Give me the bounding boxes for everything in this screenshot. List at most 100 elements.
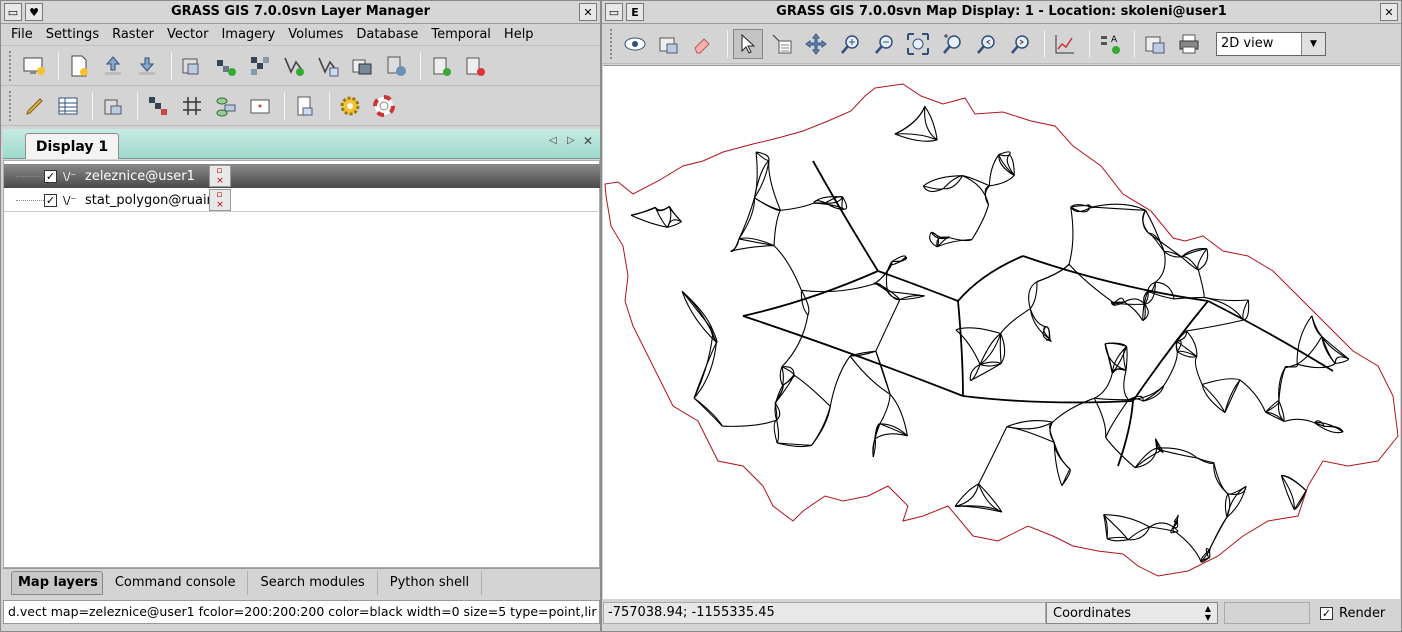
save-display-button[interactable]: [1140, 29, 1170, 59]
view-mode-value: 2D view: [1221, 36, 1274, 51]
rail-line: [681, 290, 717, 343]
printer-icon: [1179, 34, 1199, 53]
rail-line: [875, 299, 901, 352]
new-display-icon: [23, 57, 45, 75]
render-toggle[interactable]: ✓ Render: [1320, 606, 1385, 621]
zoom-menu-button[interactable]: [1005, 29, 1035, 59]
add-raster-map-button[interactable]: [245, 51, 275, 81]
layer-manager-titlebar: ▭ ♥ GRASS GIS 7.0.0svn Layer Manager ✕: [1, 1, 600, 24]
add-raster-misc-button[interactable]: [211, 51, 241, 81]
module-icon: [104, 99, 122, 114]
workspace-module-button[interactable]: [98, 91, 128, 121]
map-statusbar: -757038.94; -1155335.45 Coordinates ▲ ▼ ✓…: [603, 601, 1400, 625]
zoom-out-button[interactable]: [869, 29, 899, 59]
tab-command-console[interactable]: Command console: [103, 570, 249, 595]
menu-file[interactable]: File: [11, 27, 33, 42]
menu-database[interactable]: Database: [356, 27, 418, 42]
layer-visibility-checkbox[interactable]: ✓: [44, 193, 57, 207]
add-group-button[interactable]: [381, 51, 411, 81]
menu-temporal[interactable]: Temporal: [431, 27, 491, 42]
lifebuoy-icon: [373, 94, 395, 117]
vector-digitizer-button[interactable]: [19, 91, 49, 121]
rail-line: [742, 270, 879, 317]
new-display-button[interactable]: [19, 51, 49, 81]
pointer-button[interactable]: [733, 28, 763, 59]
layer-properties-icon[interactable]: ▫ ×: [209, 189, 231, 211]
add-layer-button[interactable]: [426, 51, 456, 81]
rail-line: [955, 329, 981, 365]
rail-line: [954, 505, 1003, 513]
tab-left-icon[interactable]: ◁: [549, 135, 557, 146]
zoom-back-button[interactable]: [937, 29, 967, 59]
rail-line: [1104, 342, 1127, 347]
map-display-title: GRASS GIS 7.0.0svn Map Display: 1 - Loca…: [776, 4, 1227, 19]
tab-right-icon[interactable]: ▷: [567, 135, 575, 146]
erase-button[interactable]: [688, 29, 718, 59]
add-vector-misc-button[interactable]: [313, 51, 343, 81]
vector-misc-icon: [318, 57, 339, 76]
remove-layer-button[interactable]: [460, 51, 490, 81]
zoom-prev-button[interactable]: [971, 29, 1001, 59]
attribute-table-button[interactable]: [53, 91, 83, 121]
overlay-icon: [352, 59, 372, 74]
render-map-button[interactable]: [654, 29, 684, 59]
help-button[interactable]: [369, 91, 399, 121]
layer-row[interactable]: ✓ \/⁻ zeleznice@user1 ▫ ×: [4, 164, 600, 188]
analyze-button[interactable]: [1050, 29, 1080, 59]
zoom-extent-button[interactable]: [903, 29, 933, 59]
rail-line: [1242, 299, 1249, 321]
menu-vector[interactable]: Vector: [167, 27, 208, 42]
pan-button[interactable]: [801, 29, 831, 59]
add-overlay-button[interactable]: [347, 51, 377, 81]
layer-visibility-checkbox[interactable]: ✓: [44, 169, 57, 183]
open-workspace-button[interactable]: [98, 51, 128, 81]
display-map-button[interactable]: [620, 29, 650, 59]
rail-line: [894, 106, 926, 135]
close-icon[interactable]: ✕: [1380, 3, 1398, 21]
tab-map-layers[interactable]: Map layers: [11, 570, 103, 595]
render-checkbox[interactable]: ✓: [1320, 606, 1333, 620]
rail-line: [776, 419, 780, 444]
georectify-button[interactable]: [143, 91, 173, 121]
toolbar-grip[interactable]: [9, 50, 13, 81]
map-canvas[interactable]: [603, 65, 1400, 599]
tab-python-shell[interactable]: Python shell: [378, 570, 483, 595]
zoom-in-button[interactable]: [835, 29, 865, 59]
modeler-button[interactable]: [211, 91, 241, 121]
add-overlay-button[interactable]: A: [1095, 29, 1125, 59]
rail-line: [1324, 425, 1344, 433]
close-icon[interactable]: ✕: [579, 3, 597, 21]
rail-line: [768, 160, 781, 211]
status-mode-select[interactable]: Coordinates ▲ ▼: [1046, 602, 1218, 624]
graphical-modeler-button[interactable]: [177, 91, 207, 121]
add-vector-button[interactable]: [279, 51, 309, 81]
script-button[interactable]: [290, 91, 320, 121]
rail-line: [1105, 399, 1129, 438]
layer-row[interactable]: ✓ \/⁻ stat_polygon@ruain ▫ ×: [4, 188, 600, 212]
rail-line: [773, 210, 781, 246]
chart-icon: [1055, 34, 1074, 53]
add-raster-button[interactable]: [177, 51, 207, 81]
new-workspace-button[interactable]: [64, 51, 94, 81]
save-workspace-button[interactable]: [132, 51, 162, 81]
query-button[interactable]: [767, 29, 797, 59]
rail-line: [773, 245, 802, 291]
menu-volumes[interactable]: Volumes: [288, 27, 343, 42]
print-button[interactable]: [1174, 29, 1204, 59]
notebook-tabs: Map layers Command console Search module…: [3, 568, 600, 596]
view-mode-select[interactable]: 2D view ▼: [1216, 31, 1326, 56]
eraser-icon: [694, 37, 710, 53]
toolbar-grip[interactable]: [9, 90, 13, 121]
menu-help[interactable]: Help: [504, 27, 534, 42]
settings-button[interactable]: [335, 91, 365, 121]
tab-close-icon[interactable]: ✕: [583, 134, 593, 148]
layer-properties-icon[interactable]: ▫ ×: [209, 165, 231, 187]
menu-imagery[interactable]: Imagery: [221, 27, 275, 42]
menu-raster[interactable]: Raster: [112, 27, 154, 42]
toolbar-grip[interactable]: [610, 28, 614, 59]
cartographic-composer-button[interactable]: [245, 91, 275, 121]
menu-settings[interactable]: Settings: [46, 27, 99, 42]
tab-display-1[interactable]: Display 1: [25, 133, 119, 159]
tab-search-modules[interactable]: Search modules: [248, 570, 378, 595]
coordinates-readout: -757038.94; -1155335.45: [603, 602, 1046, 624]
